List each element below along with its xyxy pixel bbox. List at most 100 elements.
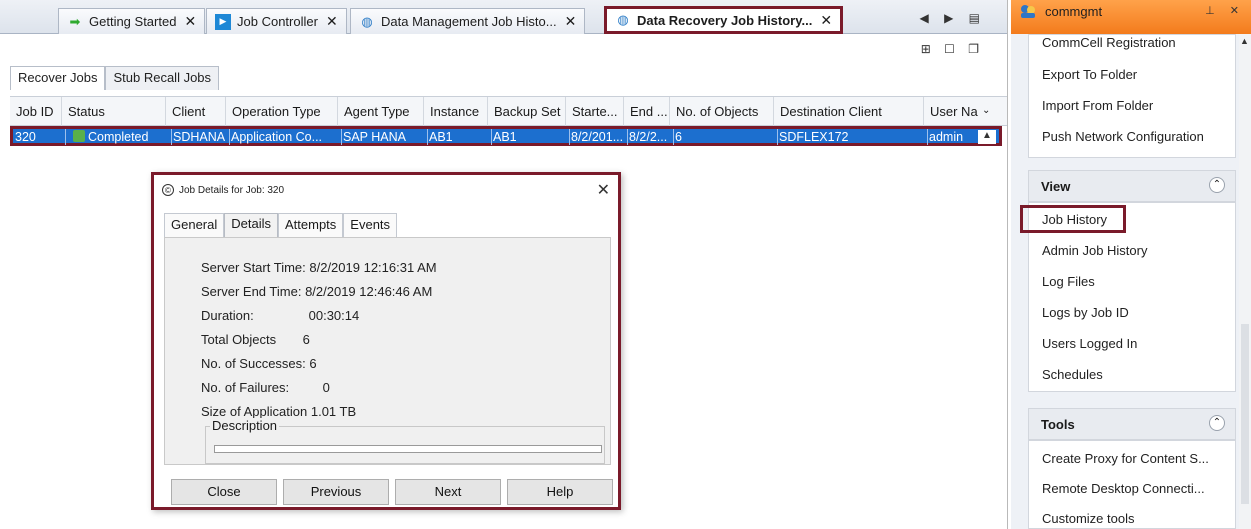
list-item[interactable]: Admin Job History xyxy=(1042,243,1147,258)
cell-status: Completed xyxy=(65,129,171,145)
column-header[interactable]: Agent Type xyxy=(338,97,424,127)
collapse-icon[interactable]: ⌃ xyxy=(1209,415,1225,431)
scroll-up-icon[interactable]: ▲ xyxy=(1240,36,1249,46)
top-actions-list: CommCell Registration Export To Folder I… xyxy=(1028,34,1236,158)
list-item[interactable]: Import From Folder xyxy=(1042,98,1153,113)
green-arrow-icon: ➡ xyxy=(69,13,81,29)
tab-general[interactable]: General xyxy=(164,213,225,237)
close-icon[interactable]: ✕ xyxy=(565,13,577,30)
close-icon[interactable]: ✕ xyxy=(326,13,338,30)
dialog-title: Job Details for Job: 320 xyxy=(179,184,285,196)
column-chooser-icon[interactable]: ⌄ xyxy=(982,105,990,116)
server-end-time-row: Server End Time: 8/2/2019 12:46:46 AM xyxy=(201,284,433,299)
total-objects-row: Total Objects 6 xyxy=(201,332,310,347)
help-button[interactable]: Help xyxy=(507,479,613,505)
app-icon: © xyxy=(162,184,174,196)
size-row: Size of Application 1.01 TB xyxy=(201,404,357,419)
details-panel: Server Start Time: 8/2/2019 12:16:31 AM … xyxy=(164,237,611,465)
cell-start-time: 8/2/201... xyxy=(569,129,627,145)
list-item[interactable]: Log Files xyxy=(1042,274,1095,289)
jobs-table-header: Job ID Status Client Operation Type Agen… xyxy=(10,96,1007,127)
table-row[interactable]: 320 Completed SDHANA Application Co... S… xyxy=(10,126,1002,146)
successes-row: No. of Successes: 6 xyxy=(201,356,317,371)
tab-getting-started[interactable]: ➡ Getting Started ✕ xyxy=(58,8,206,34)
close-button[interactable]: Close xyxy=(171,479,277,505)
pane-scrollbar[interactable]: ▲ xyxy=(1239,34,1251,529)
list-item[interactable]: Remote Desktop Connecti... xyxy=(1042,481,1205,496)
cell-destination-client: SDFLEX172 xyxy=(777,129,927,145)
column-header[interactable]: Backup Set xyxy=(488,97,566,127)
column-header[interactable]: No. of Objects xyxy=(670,97,774,127)
list-item[interactable]: Logs by Job ID xyxy=(1042,305,1129,320)
column-header[interactable]: Status xyxy=(62,97,166,127)
column-header[interactable]: Client xyxy=(166,97,226,127)
job-history-highlight xyxy=(1020,205,1126,233)
close-icon[interactable]: ✕ xyxy=(820,12,832,29)
column-header[interactable]: Destination Client xyxy=(774,97,924,127)
tab-details[interactable]: Details xyxy=(224,213,278,237)
scroll-up-icon[interactable]: ▲ xyxy=(978,130,996,144)
tab-attempts[interactable]: Attempts xyxy=(278,213,344,237)
dialog-tabs: General Details Attempts Events xyxy=(164,213,398,237)
list-item[interactable]: Push Network Configuration xyxy=(1042,129,1204,144)
list-item[interactable]: Schedules xyxy=(1042,367,1103,382)
globe-icon: ◍ xyxy=(617,12,629,27)
server-start-time-row: Server Start Time: 8/2/2019 12:16:31 AM xyxy=(201,260,437,275)
main-panel: ➡ Getting Started ✕ ▶ Job Controller ✕ ◍… xyxy=(0,0,1008,529)
play-icon: ▶ xyxy=(215,13,231,30)
column-header[interactable]: Job ID xyxy=(10,97,62,127)
cell-backup-set: AB1 xyxy=(491,129,569,145)
list-item[interactable]: Users Logged In xyxy=(1042,336,1137,351)
tab-job-controller[interactable]: ▶ Job Controller ✕ xyxy=(206,8,347,34)
next-button[interactable]: Next xyxy=(395,479,501,505)
view-section-header[interactable]: View ⌃ xyxy=(1028,170,1236,202)
column-header[interactable]: Starte... xyxy=(566,97,624,127)
cell-client: SDHANA xyxy=(171,129,229,145)
pane-title: commgmt xyxy=(1045,4,1103,19)
cell-user: admin xyxy=(927,129,977,145)
users-icon xyxy=(1021,5,1035,18)
tab-navigation[interactable]: ◀ ▶ ▤ xyxy=(920,11,986,25)
cell-operation-type: Application Co... xyxy=(229,129,341,145)
tab-data-recovery-job-history[interactable]: ◍ Data Recovery Job History... ✕ xyxy=(604,6,844,34)
completed-status-icon xyxy=(73,130,85,142)
scrollbar-thumb[interactable] xyxy=(1241,324,1249,504)
pane-header: commgmt ⊥ ✕ xyxy=(1011,0,1251,34)
previous-button[interactable]: Previous xyxy=(283,479,389,505)
list-item[interactable]: Create Proxy for Content S... xyxy=(1042,451,1209,466)
description-field[interactable] xyxy=(214,445,602,453)
column-header[interactable]: Instance xyxy=(424,97,488,127)
tab-events[interactable]: Events xyxy=(343,213,398,237)
tab-stub-recall-jobs[interactable]: Stub Recall Jobs xyxy=(105,66,220,90)
cell-end-time: 8/2/2... xyxy=(627,129,673,145)
pane-controls[interactable]: ⊥ ✕ xyxy=(1205,4,1245,17)
close-icon[interactable]: ✕ xyxy=(184,13,196,30)
tab-data-management-job-history[interactable]: ◍ Data Management Job Histo... ✕ xyxy=(350,8,586,34)
tools-list: Create Proxy for Content S... Remote Des… xyxy=(1028,440,1236,529)
view-subbar: ⊞ ☐ ❐ xyxy=(0,34,1007,62)
collapse-icon[interactable]: ⌃ xyxy=(1209,177,1225,193)
document-tabstrip: ➡ Getting Started ✕ ▶ Job Controller ✕ ◍… xyxy=(0,0,1007,34)
list-item[interactable]: Customize tools xyxy=(1042,511,1134,526)
description-label: Description xyxy=(210,418,280,433)
cell-agent-type: SAP HANA xyxy=(341,129,427,145)
column-header[interactable]: End ... xyxy=(624,97,670,127)
cell-job-id: 320 xyxy=(15,130,36,144)
pane-window-controls[interactable]: ⊞ ☐ ❐ xyxy=(921,42,984,56)
cell-instance: AB1 xyxy=(427,129,491,145)
commcell-console: ➡ Getting Started ✕ ▶ Job Controller ✕ ◍… xyxy=(0,0,1251,529)
tab-recover-jobs[interactable]: Recover Jobs xyxy=(10,66,106,90)
description-group: Description xyxy=(205,418,605,464)
duration-row: Duration: 00:30:14 xyxy=(201,308,360,323)
commgmt-pane: commgmt ⊥ ✕ ▲ CommCell Registration Expo… xyxy=(1011,0,1251,529)
list-item[interactable]: Export To Folder xyxy=(1042,67,1137,82)
tools-section-header[interactable]: Tools ⌃ xyxy=(1028,408,1236,440)
cell-objects: 6 xyxy=(673,129,777,145)
close-icon[interactable]: ✕ xyxy=(597,180,610,200)
failures-row: No. of Failures: 0 xyxy=(201,380,330,395)
column-header[interactable]: User Na xyxy=(924,97,978,127)
column-header[interactable]: Operation Type xyxy=(226,97,338,127)
globe-icon: ◍ xyxy=(361,13,373,29)
list-item[interactable]: CommCell Registration xyxy=(1042,35,1176,50)
job-type-tabs: Recover Jobs Stub Recall Jobs xyxy=(10,66,220,90)
